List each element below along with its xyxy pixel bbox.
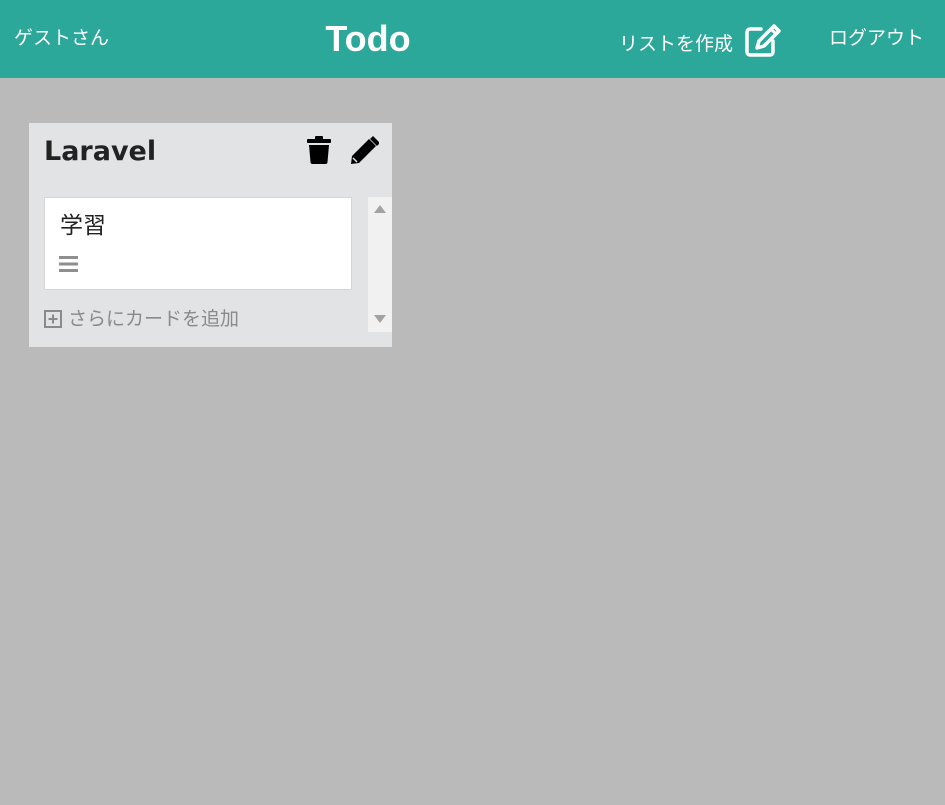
create-list-label: リストを作成: [619, 32, 734, 55]
card-item[interactable]: 学習: [44, 197, 352, 290]
list-title: Laravel: [44, 136, 157, 167]
vertical-scrollbar[interactable]: [368, 197, 392, 332]
todo-list-laravel: Laravel 学習 さらにカードを追加: [29, 123, 392, 347]
add-card-button[interactable]: さらにカードを追加: [44, 307, 239, 331]
scroll-up-arrow-icon[interactable]: [374, 205, 386, 213]
card-title: 学習: [60, 213, 106, 239]
scroll-down-arrow-icon[interactable]: [374, 315, 386, 323]
top-navbar: ゲストさん Todo リストを作成 ログアウト: [0, 0, 945, 78]
plus-square-icon: [44, 310, 62, 328]
pencil-icon: [351, 136, 379, 164]
card-scroll-area[interactable]: 学習 さらにカードを追加: [44, 197, 392, 332]
add-card-label: さらにカードを追加: [68, 308, 240, 330]
create-list-button[interactable]: リストを作成: [619, 23, 781, 57]
edit-square-icon: [745, 24, 781, 57]
bars-icon: [59, 256, 78, 272]
trash-icon: [307, 136, 331, 164]
edit-list-button[interactable]: [349, 136, 379, 164]
delete-list-button[interactable]: [307, 136, 331, 164]
logout-link[interactable]: ログアウト: [829, 26, 924, 50]
